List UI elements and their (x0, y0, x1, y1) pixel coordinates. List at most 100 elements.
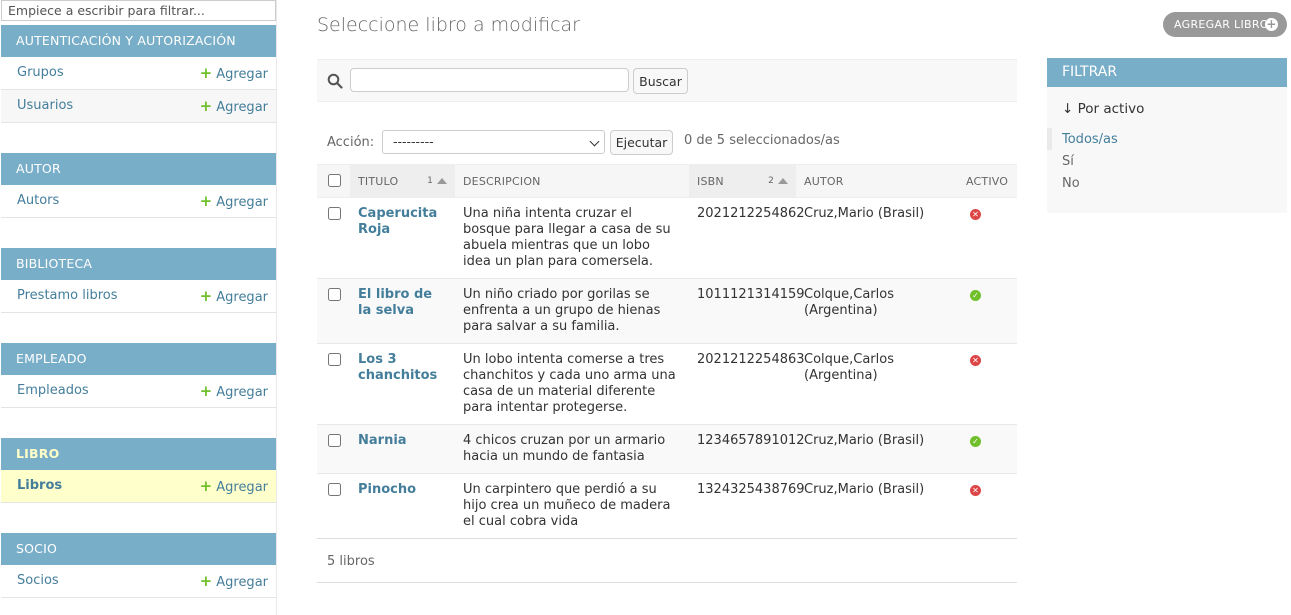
sort-ascending-icon[interactable] (778, 178, 788, 184)
action-select-value: --------- (393, 134, 434, 149)
title-cell: Caperucita Roja (350, 197, 455, 279)
sidebar-item-autors: Autors + Agregar (1, 185, 276, 218)
row-checkbox[interactable] (328, 483, 341, 496)
row-select-cell (317, 197, 350, 279)
action-select[interactable]: --------- (382, 130, 605, 154)
isbn-cell: 2021212254862 (689, 197, 805, 279)
sidebar-item-prestamo-libros: Prestamo libros + Agregar (1, 280, 276, 313)
filter-option-si[interactable]: Sí (1062, 154, 1074, 169)
column-header-activo[interactable]: ACTIVO (958, 164, 1017, 198)
add-label: Agregar (216, 290, 268, 305)
add-label: Agregar (216, 385, 268, 400)
column-header-titulo[interactable]: TITULO 1 (350, 164, 455, 198)
add-book-label: AGREGAR LIBRO (1174, 18, 1269, 31)
check-circle-icon: ✓ (970, 290, 981, 301)
description-cell: 4 chicos cruzan por un armario hacia un … (455, 424, 689, 474)
add-socios-link[interactable]: + Agregar (200, 565, 268, 599)
sidebar-link-libros[interactable]: Libros (17, 470, 62, 502)
sidebar-item-grupos: Grupos + Agregar (1, 57, 276, 90)
selection-counter: 0 de 5 seleccionados/as (684, 133, 840, 148)
author-cell: Cruz,Mario (Brasil) (796, 197, 958, 279)
table-row: Narnia 4 chicos cruzan por un armario ha… (317, 424, 1017, 474)
nav-filter-input[interactable] (1, 0, 276, 21)
add-prestamo-libros-link[interactable]: + Agregar (200, 280, 268, 314)
plus-icon: + (199, 64, 213, 82)
run-action-button[interactable]: Ejecutar (610, 130, 673, 155)
search-icon (327, 73, 343, 89)
author-cell: Colque,Carlos (Argentina) (796, 278, 958, 344)
search-button[interactable]: Buscar (633, 68, 688, 94)
filter-heading: ↓ Por activo (1062, 101, 1145, 117)
row-checkbox[interactable] (328, 207, 341, 220)
action-label: Acción: (327, 135, 375, 150)
plus-icon: + (199, 287, 213, 305)
x-circle-icon: ✕ (970, 485, 981, 496)
table-row: Pinocho Un carpintero que perdió a su hi… (317, 473, 1017, 539)
book-title-link[interactable]: Caperucita Roja (358, 206, 437, 237)
row-select-cell (317, 473, 350, 539)
title-cell: Narnia (350, 424, 455, 474)
plus-icon: + (199, 382, 213, 400)
add-libros-link[interactable]: + Agregar (200, 470, 268, 504)
module-caption[interactable]: LIBRO (1, 438, 276, 470)
search-input[interactable] (350, 68, 629, 92)
plus-icon: + (1265, 17, 1278, 31)
sidebar-link-grupos[interactable]: Grupos (17, 57, 64, 89)
row-checkbox[interactable] (328, 353, 341, 366)
title-cell: Los 3 chanchitos (350, 343, 455, 425)
add-usuarios-link[interactable]: + Agregar (200, 90, 268, 124)
filter-option-no[interactable]: No (1062, 176, 1080, 191)
add-label: Agregar (216, 480, 268, 495)
book-title-link[interactable]: Pinocho (358, 482, 416, 497)
sort-ascending-icon[interactable] (437, 178, 447, 184)
module-caption[interactable]: AUTOR (1, 153, 276, 185)
plus-icon: + (199, 97, 213, 115)
module-caption[interactable]: SOCIO (1, 533, 276, 565)
add-label: Agregar (216, 195, 268, 210)
book-title-link[interactable]: Narnia (358, 433, 407, 448)
add-grupos-link[interactable]: + Agregar (200, 57, 268, 91)
page-title: Seleccione libro a modificar (317, 14, 580, 36)
isbn-cell: 1011121314159 (689, 278, 805, 344)
add-empleados-link[interactable]: + Agregar (200, 375, 268, 409)
actions-bar: Acción: --------- Ejecutar 0 de 5 selecc… (317, 128, 1017, 156)
sidebar-link-autors[interactable]: Autors (17, 185, 59, 217)
sidebar-link-socios[interactable]: Socios (17, 565, 59, 597)
select-all-header (317, 164, 350, 198)
sidebar-link-prestamo-libros[interactable]: Prestamo libros (17, 280, 118, 312)
column-label: DESCRIPCION (463, 174, 541, 188)
check-circle-icon: ✓ (970, 436, 981, 447)
add-autors-link[interactable]: + Agregar (200, 185, 268, 219)
row-select-cell (317, 424, 350, 474)
column-header-isbn[interactable]: ISBN 2 (689, 164, 796, 198)
row-select-cell (317, 343, 350, 425)
column-header-descripcion[interactable]: DESCRIPCION (455, 164, 689, 198)
sidebar-link-usuarios[interactable]: Usuarios (17, 90, 73, 122)
author-cell: Cruz,Mario (Brasil) (796, 424, 958, 474)
book-title-link[interactable]: Los 3 chanchitos (358, 352, 437, 383)
paginator: 5 libros (317, 538, 1017, 583)
table-row: El libro de la selva Un niño criado por … (317, 278, 1017, 344)
filter-title: FILTRAR (1047, 58, 1287, 87)
sidebar-item-usuarios: Usuarios + Agregar (1, 90, 276, 123)
filter-option-todos[interactable]: Todos/as (1047, 128, 1118, 150)
module-empleado: EMPLEADO Empleados + Agregar (1, 343, 276, 408)
row-checkbox[interactable] (328, 288, 341, 301)
add-label: Agregar (216, 575, 268, 590)
add-label: Agregar (216, 67, 268, 82)
module-caption[interactable]: BIBLIOTECA (1, 248, 276, 280)
module-caption[interactable]: EMPLEADO (1, 343, 276, 375)
module-caption[interactable]: AUTENTICACIÓN Y AUTORIZACIÓN (1, 25, 276, 57)
column-header-autor[interactable]: AUTOR (796, 164, 958, 198)
x-circle-icon: ✕ (970, 355, 981, 366)
row-checkbox[interactable] (328, 434, 341, 447)
column-label: TITULO (358, 174, 399, 188)
module-biblioteca: BIBLIOTECA Prestamo libros + Agregar (1, 248, 276, 313)
add-book-button[interactable]: AGREGAR LIBRO + (1163, 12, 1287, 37)
column-label: ACTIVO (966, 174, 1009, 188)
sidebar-link-empleados[interactable]: Empleados (17, 375, 89, 407)
select-all-checkbox[interactable] (328, 173, 341, 187)
sidebar-item-socios: Socios + Agregar (1, 565, 276, 598)
book-title-link[interactable]: El libro de la selva (358, 287, 432, 318)
isbn-cell: 1234657891012 (689, 424, 805, 474)
